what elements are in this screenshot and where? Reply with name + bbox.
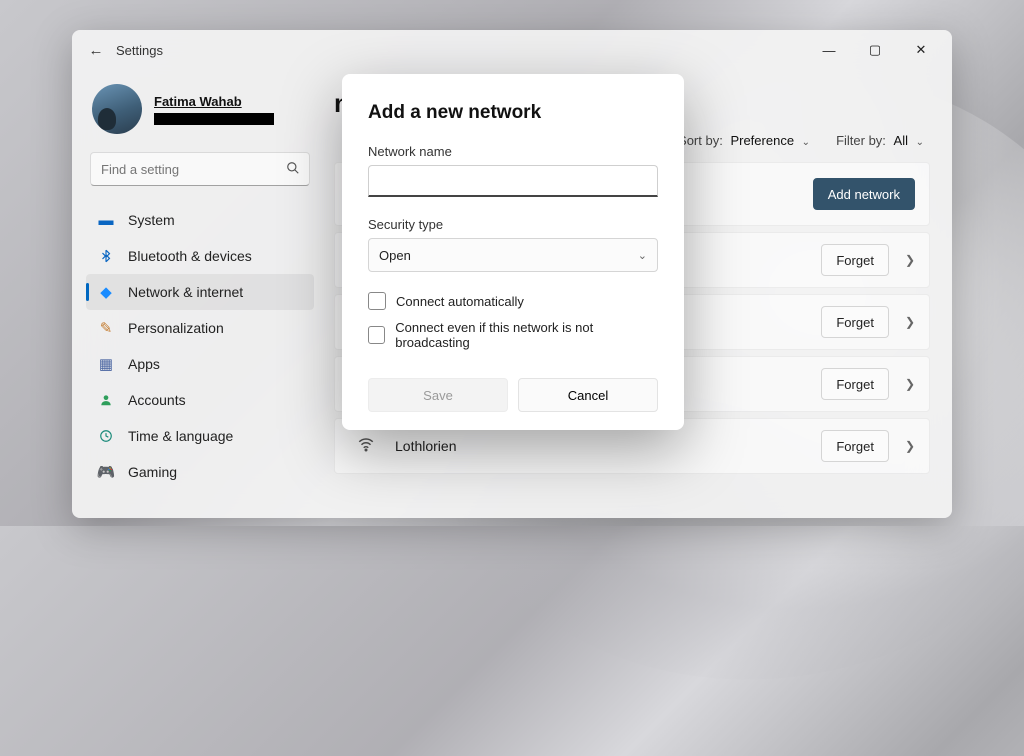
system-icon: ▬: [98, 212, 114, 228]
sort-value: Preference: [730, 133, 794, 148]
profile-section[interactable]: Fatima Wahab: [86, 78, 314, 152]
network-name-block: Network name: [368, 144, 658, 197]
nav-label: Apps: [128, 356, 160, 372]
nav-item-system[interactable]: ▬ System: [86, 202, 314, 238]
nav-item-apps[interactable]: ▦ Apps: [86, 346, 314, 382]
nav-label: Network & internet: [128, 284, 243, 300]
nav-label: Accounts: [128, 392, 186, 408]
filter-control[interactable]: Filter by: All ⌄: [836, 133, 924, 148]
window-controls: — ▢ ✕: [806, 34, 944, 66]
sidebar: Fatima Wahab ▬ System: [72, 70, 324, 518]
nav-item-gaming[interactable]: 🎮 Gaming: [86, 454, 314, 490]
profile-text: Fatima Wahab: [154, 94, 274, 125]
cancel-button[interactable]: Cancel: [518, 378, 658, 412]
time-icon: [98, 428, 114, 444]
avatar: [92, 84, 142, 134]
app-title: Settings: [116, 43, 163, 58]
nav-item-personalization[interactable]: ✎ Personalization: [86, 310, 314, 346]
nav-label: Gaming: [128, 464, 177, 480]
dialog-title: Add a new network: [368, 102, 658, 124]
minimize-icon: —: [823, 43, 836, 58]
nav-label: Personalization: [128, 320, 224, 336]
maximize-button[interactable]: ▢: [852, 34, 898, 66]
sort-control[interactable]: Sort by: Preference ⌄: [678, 133, 810, 148]
search-input[interactable]: [90, 152, 310, 186]
security-type-block: Security type Open ⌄: [368, 217, 658, 272]
nav-label: Time & language: [128, 428, 233, 444]
gaming-icon: 🎮: [98, 464, 114, 480]
chevron-down-icon: ⌄: [638, 249, 647, 262]
chevron-down-icon: ⌄: [916, 137, 924, 148]
apps-icon: ▦: [98, 356, 114, 372]
forget-button[interactable]: Forget: [821, 306, 889, 338]
maximize-icon: ▢: [869, 42, 881, 58]
search-icon: [286, 161, 300, 178]
nav-item-network[interactable]: ◆ Network & internet: [86, 274, 314, 310]
chevron-right-icon: ❯: [905, 377, 915, 391]
back-arrow-icon: ←: [89, 42, 104, 59]
sort-label: Sort by:: [678, 133, 723, 148]
wifi-icon: [357, 435, 375, 458]
nav-label: Bluetooth & devices: [128, 248, 252, 264]
chevron-right-icon: ❯: [905, 315, 915, 329]
accounts-icon: [98, 392, 114, 408]
chevron-right-icon: ❯: [905, 253, 915, 267]
connect-hidden-row[interactable]: Connect even if this network is not broa…: [368, 320, 658, 350]
redacted-email: [154, 113, 274, 125]
close-button[interactable]: ✕: [898, 34, 944, 66]
title-bar: ← Settings — ▢ ✕: [72, 30, 952, 70]
save-button[interactable]: Save: [368, 378, 508, 412]
connect-auto-row[interactable]: Connect automatically: [368, 292, 658, 310]
nav-item-bluetooth[interactable]: Bluetooth & devices: [86, 238, 314, 274]
connect-hidden-checkbox[interactable]: [368, 326, 385, 344]
network-name-label: Network name: [368, 144, 658, 159]
connect-auto-checkbox[interactable]: [368, 292, 386, 310]
security-type-label: Security type: [368, 217, 658, 232]
minimize-button[interactable]: —: [806, 34, 852, 66]
forget-button[interactable]: Forget: [821, 244, 889, 276]
close-icon: ✕: [916, 42, 927, 58]
network-icon: ◆: [98, 284, 114, 300]
connect-auto-label: Connect automatically: [396, 294, 524, 309]
nav-item-time[interactable]: Time & language: [86, 418, 314, 454]
username: Fatima Wahab: [154, 94, 274, 109]
back-button[interactable]: ←: [80, 34, 112, 66]
security-type-select[interactable]: Open ⌄: [368, 238, 658, 272]
nav-list: ▬ System Bluetooth & devices ◆ Network &…: [86, 202, 314, 490]
add-network-button[interactable]: Add network: [813, 178, 915, 210]
nav-label: System: [128, 212, 175, 228]
personalize-icon: ✎: [98, 320, 114, 336]
nav-item-accounts[interactable]: Accounts: [86, 382, 314, 418]
forget-button[interactable]: Forget: [821, 368, 889, 400]
connect-hidden-label: Connect even if this network is not broa…: [395, 320, 658, 350]
bluetooth-icon: [98, 248, 114, 264]
dialog-actions: Save Cancel: [368, 378, 658, 412]
forget-button[interactable]: Forget: [821, 430, 889, 462]
security-type-value: Open: [379, 248, 411, 263]
chevron-down-icon: ⌄: [802, 137, 810, 148]
network-name-input[interactable]: [368, 165, 658, 197]
chevron-right-icon: ❯: [905, 439, 915, 453]
add-network-dialog: Add a new network Network name Security …: [342, 74, 684, 430]
search-container: [90, 152, 310, 186]
filter-value: All: [894, 133, 908, 148]
filter-label: Filter by:: [836, 133, 886, 148]
network-name: Lothlorien: [395, 438, 821, 454]
